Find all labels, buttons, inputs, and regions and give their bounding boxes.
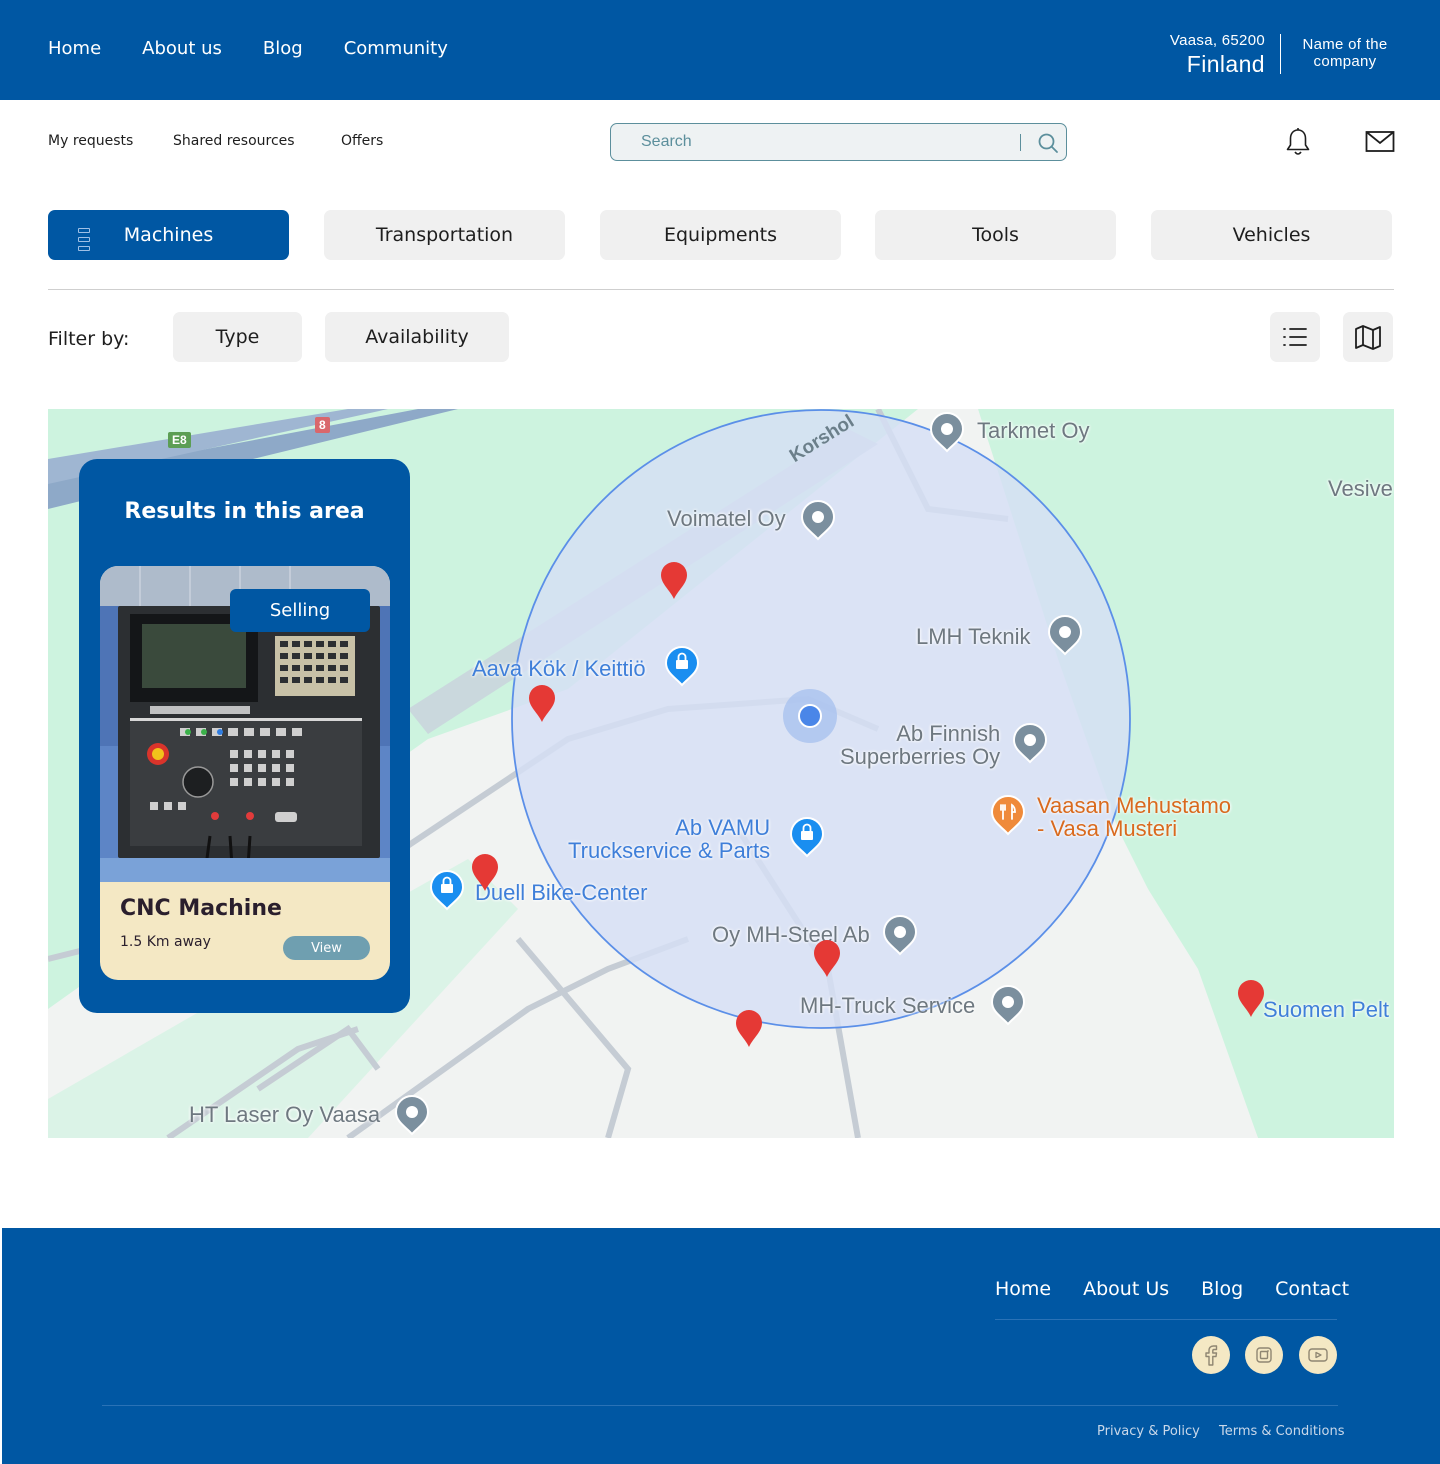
map-poi-icon[interactable] [929,411,965,453]
location-zip: Vaasa, 65200 [1169,32,1265,49]
footer-nav: Home About Us Blog Contact [995,1278,1349,1300]
footer-nav-blog[interactable]: Blog [1201,1278,1243,1300]
red-location-pin-icon[interactable] [528,685,556,723]
shopping-bag-icon[interactable] [429,869,465,911]
nav-home[interactable]: Home [48,38,101,59]
nav-my-requests[interactable]: My requests [48,133,133,149]
result-card-distance: 1.5 Km away [120,934,211,950]
section-divider [48,289,1394,290]
map-poi-icon[interactable] [394,1094,430,1136]
place-mh-truck[interactable]: MH-Truck Service [800,994,975,1017]
result-card[interactable]: Selling CNC Machine 1.5 Km away View [100,566,390,980]
nav-offers[interactable]: Offers [341,133,383,149]
youtube-icon [1308,1348,1328,1362]
facebook-icon [1205,1345,1218,1366]
company-name-line-1: Name of the [1302,36,1388,53]
place-ab-finnish-line-1: Ab Finnish [896,721,1001,746]
place-vaasan-line-1: Vaasan Mehustamo [1037,793,1232,818]
place-lmh-teknik[interactable]: LMH Teknik [916,625,1031,648]
red-location-pin-icon[interactable] [735,1010,763,1048]
place-ab-vamu[interactable]: Ab VAMU Truckservice & Parts [568,816,770,862]
place-duell-bike[interactable]: Duell Bike-Center [475,881,647,904]
facebook-button[interactable] [1192,1336,1230,1374]
result-card-title: CNC Machine [120,896,282,921]
road-shield-e8: E8 [168,432,191,448]
company-name[interactable]: Name of the company [1298,36,1392,70]
view-button[interactable]: View [283,936,370,960]
shopping-bag-icon[interactable] [789,816,825,858]
results-panel: Results in this area Selling CNC Machine… [79,459,410,1013]
search-icon[interactable] [1037,132,1059,154]
search-input[interactable] [641,131,1011,153]
youtube-button[interactable] [1299,1336,1337,1374]
shopping-bag-icon[interactable] [664,645,700,687]
place-voimatel[interactable]: Voimatel Oy [667,507,786,530]
place-ab-vamu-line-2: Truckservice & Parts [568,838,771,863]
instagram-button[interactable] [1245,1336,1283,1374]
place-ht-laser[interactable]: HT Laser Oy Vaasa [189,1103,380,1126]
place-suomen-pelt[interactable]: Suomen Pelt [1263,998,1389,1021]
tab-equipments[interactable]: Equipments [600,210,841,260]
terms-conditions-link[interactable]: Terms & Conditions [1219,1424,1345,1439]
tab-tools[interactable]: Tools [875,210,1116,260]
place-ab-vamu-line-1: Ab VAMU [675,815,771,840]
mail-icon[interactable] [1365,130,1395,154]
results-title: Results in this area [124,499,365,524]
main-nav: Home About us Blog Community [48,38,448,59]
nav-shared-resources[interactable]: Shared resources [173,133,295,149]
map-view-icon [1355,325,1381,350]
filter-type-button[interactable]: Type [173,312,302,362]
filter-availability-button[interactable]: Availability [325,312,509,362]
red-location-pin-icon[interactable] [471,854,499,892]
footer-nav-home[interactable]: Home [995,1278,1051,1300]
road-shield-8: 8 [315,417,330,433]
location-country: Finland [1186,51,1265,77]
instagram-icon [1256,1347,1272,1363]
nav-about-us[interactable]: About us [142,38,222,59]
footer-divider [995,1319,1337,1320]
map-poi-icon[interactable] [1012,722,1048,764]
tab-transportation[interactable]: Transportation [324,210,565,260]
place-mh-steel[interactable]: Oy MH-Steel Ab [712,923,870,946]
footer-nav-contact[interactable]: Contact [1275,1278,1349,1300]
red-location-pin-icon[interactable] [660,562,688,600]
map-poi-icon[interactable] [800,499,836,541]
footer-bottom-divider [102,1405,1338,1406]
map-poi-icon[interactable] [1047,614,1083,656]
place-ab-finnish-line-2: Superberries Oy [840,744,1001,769]
company-name-line-2: company [1313,53,1377,70]
restaurant-icon[interactable] [990,794,1026,836]
map-poi-icon[interactable] [990,984,1026,1026]
location: Vaasa, 65200 Finland [1170,32,1265,78]
footer-nav-about-us[interactable]: About Us [1083,1278,1169,1300]
tab-machines-label: Machines [123,224,214,246]
place-vaasan-mehustamo[interactable]: Vaasan Mehustamo - Vasa Musteri [1037,794,1231,840]
search-box [610,123,1067,161]
top-bar: Home About us Blog Community Vaasa, 6520… [0,0,1440,100]
selling-badge: Selling [230,589,370,632]
map-view[interactable]: E8 8 Korshol Tarkmet Oy Vesive Voimatel … [48,409,1394,1138]
bell-icon[interactable] [1284,127,1312,157]
header-divider [1280,34,1281,74]
nav-blog[interactable]: Blog [263,38,303,59]
list-view-icon [1283,328,1307,346]
red-location-pin-icon[interactable] [813,940,841,978]
red-location-pin-icon[interactable] [1237,980,1265,1018]
map-poi-icon[interactable] [882,914,918,956]
place-tarkmet[interactable]: Tarkmet Oy [977,419,1089,442]
place-ab-finnish[interactable]: Ab Finnish Superberries Oy [840,722,1000,768]
privacy-policy-link[interactable]: Privacy & Policy [1097,1424,1200,1439]
grip-icon [78,228,90,254]
place-vaasan-line-2: - Vasa Musteri [1037,816,1178,841]
place-vesive[interactable]: Vesive [1328,477,1393,500]
nav-community[interactable]: Community [344,38,448,59]
list-view-button[interactable] [1270,312,1320,362]
search-divider [1020,134,1021,151]
tab-vehicles[interactable]: Vehicles [1151,210,1392,260]
map-view-button[interactable] [1343,312,1393,362]
tab-machines[interactable]: Machines [48,210,289,260]
place-aava-kok[interactable]: Aava Kök / Keittiö [472,657,646,680]
filter-label: Filter by: [48,328,130,350]
footer: Home About Us Blog Contact Privacy & Pol… [2,1228,1440,1464]
